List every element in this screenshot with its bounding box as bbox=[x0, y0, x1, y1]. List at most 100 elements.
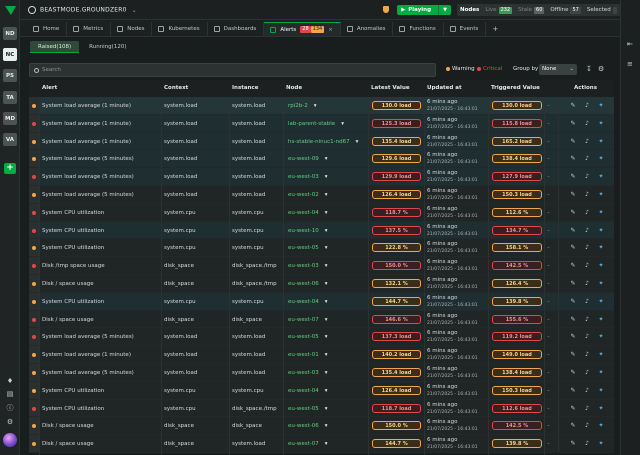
ai-insights-icon[interactable]: ✦ bbox=[598, 120, 604, 127]
alert-name[interactable]: System load average (5 minutes) bbox=[42, 156, 134, 162]
node-caret-icon[interactable]: ▾ bbox=[325, 334, 328, 340]
alert-node[interactable]: eu-west-09 ▾ bbox=[288, 156, 328, 162]
alert-node[interactable]: eu-west-07 ▾ bbox=[288, 441, 328, 447]
tab-home[interactable]: Home bbox=[27, 22, 68, 36]
edit-config-icon[interactable]: ✎ bbox=[570, 369, 576, 376]
user-avatar[interactable] bbox=[3, 433, 17, 447]
silence-icon[interactable]: ♪ bbox=[584, 440, 590, 447]
table-row[interactable]: System load average (5 minutes) system.lo… bbox=[29, 168, 614, 186]
tab-events[interactable]: Events bbox=[444, 22, 487, 36]
alert-name[interactable]: System CPU utilization bbox=[42, 388, 104, 394]
silence-icon[interactable]: ♪ bbox=[584, 387, 590, 394]
ai-insights-icon[interactable]: ✦ bbox=[598, 387, 604, 394]
alert-node[interactable]: eu-west-03 ▾ bbox=[288, 174, 328, 180]
edit-config-icon[interactable]: ✎ bbox=[570, 387, 576, 394]
tab-raised[interactable]: Raised(108) bbox=[30, 41, 80, 53]
playing-button[interactable]: ▶ Playing ▼ bbox=[397, 5, 451, 15]
silence-icon[interactable]: ♪ bbox=[584, 209, 590, 216]
table-row[interactable]: System CPU utilization system.cpu system.c… bbox=[29, 203, 614, 222]
alert-name[interactable]: System CPU utilization bbox=[42, 245, 104, 251]
alert-node[interactable]: eu-west-04 ▾ bbox=[288, 299, 328, 305]
add-space-button[interactable]: + bbox=[4, 163, 16, 174]
ai-insights-icon[interactable]: ✦ bbox=[598, 244, 604, 251]
tab-running[interactable]: Running(120) bbox=[81, 41, 134, 53]
space-item-md[interactable]: MD bbox=[3, 112, 17, 125]
alert-name[interactable]: System load average (1 minute) bbox=[42, 103, 131, 109]
silence-icon[interactable]: ♪ bbox=[584, 298, 590, 305]
alert-name[interactable]: Disk / space usage bbox=[42, 423, 94, 429]
edit-config-icon[interactable]: ✎ bbox=[570, 422, 576, 429]
silence-icon[interactable]: ♪ bbox=[584, 316, 590, 323]
silence-icon[interactable]: ♪ bbox=[584, 138, 590, 145]
node-caret-icon[interactable]: ▾ bbox=[325, 245, 328, 251]
space-item-ps[interactable]: PS bbox=[3, 69, 17, 82]
edit-config-icon[interactable]: ✎ bbox=[570, 155, 576, 162]
edit-config-icon[interactable]: ✎ bbox=[570, 405, 576, 412]
node-caret-icon[interactable]: ▾ bbox=[325, 174, 328, 180]
node-caret-icon[interactable]: ▾ bbox=[325, 406, 328, 412]
edit-config-icon[interactable]: ✎ bbox=[570, 298, 576, 305]
table-row[interactable]: Disk / space usage disk_space disk_space./… bbox=[29, 275, 614, 293]
space-item-nc[interactable]: NC bbox=[3, 48, 17, 61]
table-row[interactable]: System load average (5 minutes) system.lo… bbox=[29, 364, 614, 382]
alert-name[interactable]: Disk / space usage bbox=[42, 317, 94, 323]
edit-config-icon[interactable]: ✎ bbox=[570, 351, 576, 358]
silence-icon[interactable]: ♪ bbox=[584, 333, 590, 340]
alert-name[interactable]: System CPU utilization bbox=[42, 228, 104, 234]
ai-insights-icon[interactable]: ✦ bbox=[598, 440, 604, 447]
alert-name[interactable]: System load average (1 minute) bbox=[42, 121, 131, 127]
node-caret-icon[interactable]: ▾ bbox=[325, 156, 328, 162]
table-row[interactable]: System load average (1 minute) system.loa… bbox=[29, 114, 614, 133]
node-caret-icon[interactable]: ▾ bbox=[325, 441, 328, 447]
silence-icon[interactable]: ♪ bbox=[584, 280, 590, 287]
ai-insights-icon[interactable]: ✦ bbox=[598, 227, 604, 234]
search-input[interactable]: Search bbox=[29, 63, 436, 77]
alert-name[interactable]: System CPU utilization bbox=[42, 406, 104, 412]
alert-node[interactable]: eu-west-03 ▾ bbox=[288, 263, 328, 269]
ai-insights-icon[interactable]: ✦ bbox=[598, 280, 604, 287]
tab-dashboards[interactable]: Dashboards bbox=[208, 22, 265, 36]
alert-node[interactable]: eu-west-05 ▾ bbox=[288, 334, 328, 340]
filter-icon[interactable]: ≡ bbox=[627, 60, 633, 68]
silence-icon[interactable]: ♪ bbox=[584, 369, 590, 376]
alert-node[interactable]: eu-west-03 ▾ bbox=[288, 370, 328, 376]
ai-insights-icon[interactable]: ✦ bbox=[598, 422, 604, 429]
col-context[interactable]: Context bbox=[164, 85, 188, 91]
table-row[interactable]: Disk /tmp space usage disk_space disk_spac… bbox=[29, 257, 614, 275]
node-caret-icon[interactable]: ▾ bbox=[325, 388, 328, 394]
alert-name[interactable]: System load average (5 minutes) bbox=[42, 192, 134, 198]
alert-node[interactable]: eu-west-04 ▾ bbox=[288, 388, 328, 394]
ai-insights-icon[interactable]: ✦ bbox=[598, 405, 604, 412]
critical-filter[interactable]: Critical bbox=[477, 66, 502, 72]
space-item-va[interactable]: VA bbox=[3, 133, 17, 146]
table-row[interactable]: System CPU utilization system.cpu disk_spa… bbox=[29, 399, 614, 418]
chevron-down-icon[interactable]: ▼ bbox=[438, 5, 451, 15]
table-row[interactable]: System CPU utilization system.cpu system.c… bbox=[29, 221, 614, 240]
space-item-nd[interactable]: ND bbox=[3, 27, 17, 40]
edit-config-icon[interactable]: ✎ bbox=[570, 209, 576, 216]
node-caret-icon[interactable]: ▾ bbox=[356, 139, 359, 145]
alert-name[interactable]: System load average (1 minute) bbox=[42, 352, 131, 358]
table-row[interactable]: System load average (5 minutes) system.lo… bbox=[29, 328, 614, 347]
alert-node[interactable]: eu-west-01 ▾ bbox=[288, 352, 328, 358]
table-row[interactable]: System load average (1 minute) system.loa… bbox=[29, 346, 614, 364]
ai-insights-icon[interactable]: ✦ bbox=[598, 316, 604, 323]
edit-config-icon[interactable]: ✎ bbox=[570, 333, 576, 340]
edit-config-icon[interactable]: ✎ bbox=[570, 138, 576, 145]
table-row[interactable]: Disk / space usage disk_space disk_space eu… bbox=[29, 417, 614, 436]
collapse-panel-icon[interactable]: ⇤ bbox=[627, 40, 633, 48]
col-node[interactable]: Node bbox=[286, 85, 302, 91]
table-row[interactable]: System CPU utilization system.cpu system.c… bbox=[29, 292, 614, 311]
node-caret-icon[interactable]: ▾ bbox=[325, 281, 328, 287]
alert-name[interactable]: Disk /tmp space usage bbox=[42, 263, 105, 269]
settings-gear-icon[interactable]: ⚙ bbox=[598, 65, 604, 73]
col-triggered-value[interactable]: Triggered Value bbox=[491, 85, 540, 91]
silence-icon[interactable]: ♪ bbox=[584, 422, 590, 429]
node-caret-icon[interactable]: ▾ bbox=[325, 210, 328, 216]
ai-insights-icon[interactable]: ✦ bbox=[598, 351, 604, 358]
silence-icon[interactable]: ♪ bbox=[584, 244, 590, 251]
warning-filter[interactable]: Warning bbox=[446, 66, 475, 72]
table-row[interactable]: Disk / space usage disk_space system.load e… bbox=[29, 435, 614, 453]
edit-config-icon[interactable]: ✎ bbox=[570, 280, 576, 287]
tab-functions[interactable]: Functions bbox=[393, 22, 444, 36]
